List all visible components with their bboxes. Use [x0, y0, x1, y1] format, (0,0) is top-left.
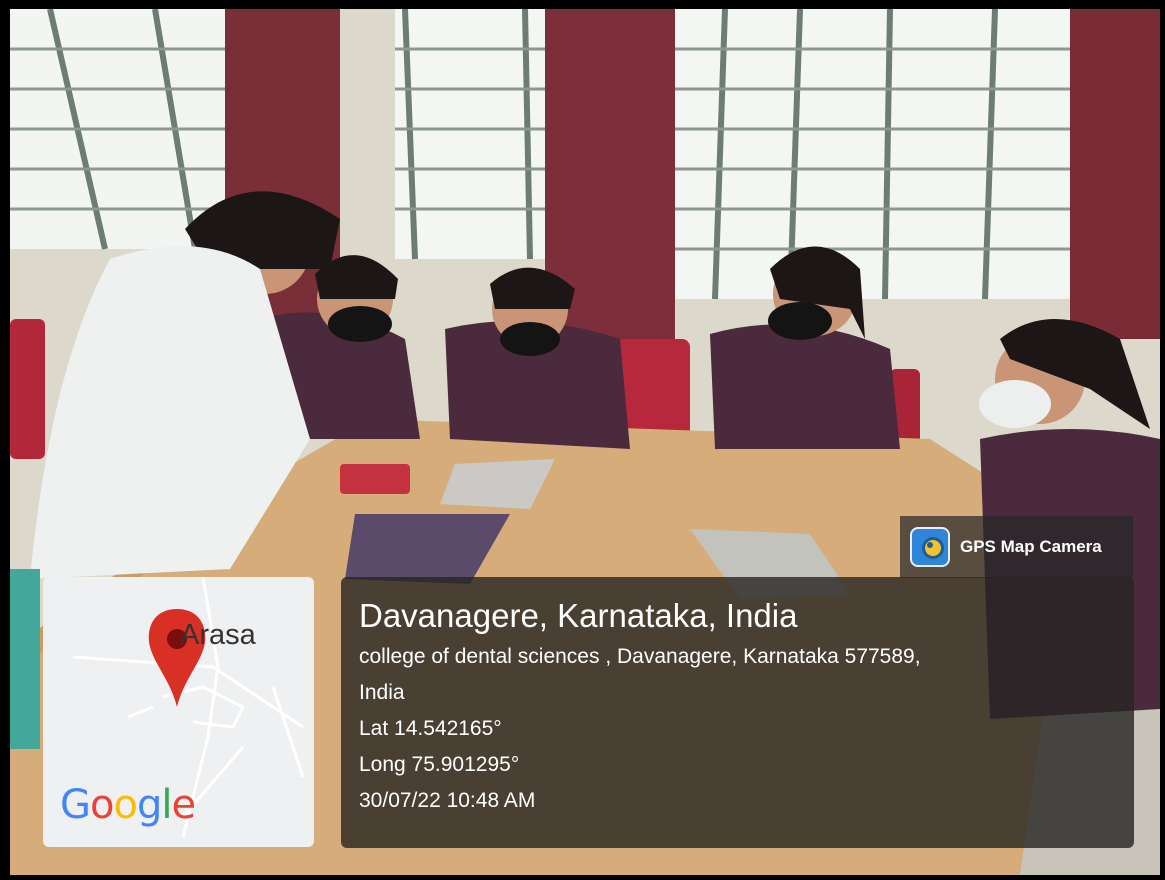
longitude: Long 75.901295° [359, 753, 520, 776]
map-place-label: Arasa [180, 619, 256, 651]
gps-map-camera-icon [910, 527, 950, 567]
app-name: GPS Map Camera [960, 537, 1102, 556]
datetime: 30/07/22 10:48 AM [359, 789, 536, 812]
photo-frame: GPS Map Camera Arasa Google Davanagere, … [0, 0, 1165, 880]
google-logo: Google [60, 782, 196, 828]
address-line-1: college of dental sciences , Davanagere,… [359, 645, 921, 668]
app-watermark: GPS Map Camera [900, 516, 1133, 578]
latitude: Lat 14.542165° [359, 717, 502, 740]
address-line-2: India [359, 681, 405, 704]
location-title: Davanagere, Karnataka, India [359, 597, 798, 634]
location-info-panel: Davanagere, Karnataka, India college of … [341, 577, 1134, 848]
